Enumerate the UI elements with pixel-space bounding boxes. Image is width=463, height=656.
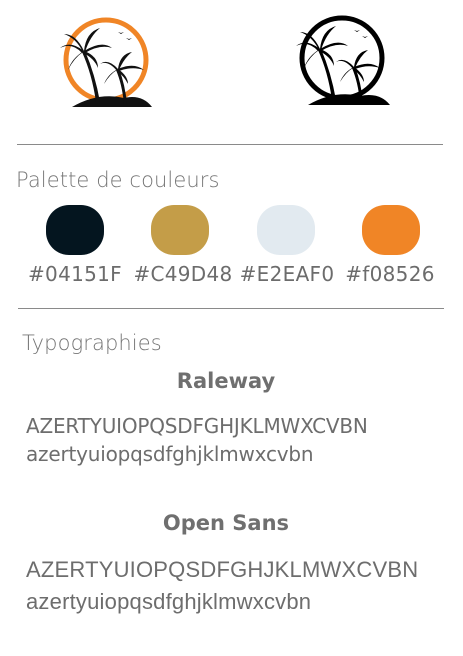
font-name-open-sans: Open Sans [162,511,290,535]
font-specimen-uppercase: AZERTYUIOPQSDFGHJKLMWXCVBN [26,557,419,582]
color-swatch-3 [257,205,315,255]
font-specimen-lowercase: azertyuiopqsdfghjklmwxcvbn [26,589,312,614]
font-specimen-uppercase: AZERTYUIOPQSDFGHJKLMWXCVBN [26,414,368,438]
color-swatch-2 [151,205,209,255]
palm-island-logo-mono [296,15,390,105]
color-swatch-4 [362,205,420,255]
font-name-raleway: Raleway [176,369,276,393]
font-specimen-lowercase: azertyuiopqsdfghjklmwxcvbn [26,442,314,466]
color-label-2: #C49D48 [133,262,233,286]
color-label-1: #04151F [28,262,122,286]
color-label-3: #E2EAF0 [239,262,335,286]
color-label-4: #f08526 [345,262,435,286]
palm-island-logo-color [60,17,152,107]
palette-title: Palette de couleurs [16,168,220,192]
typography-title: Typographies [22,331,162,355]
divider [18,308,444,309]
divider [17,144,443,145]
color-swatch-1 [46,205,104,255]
